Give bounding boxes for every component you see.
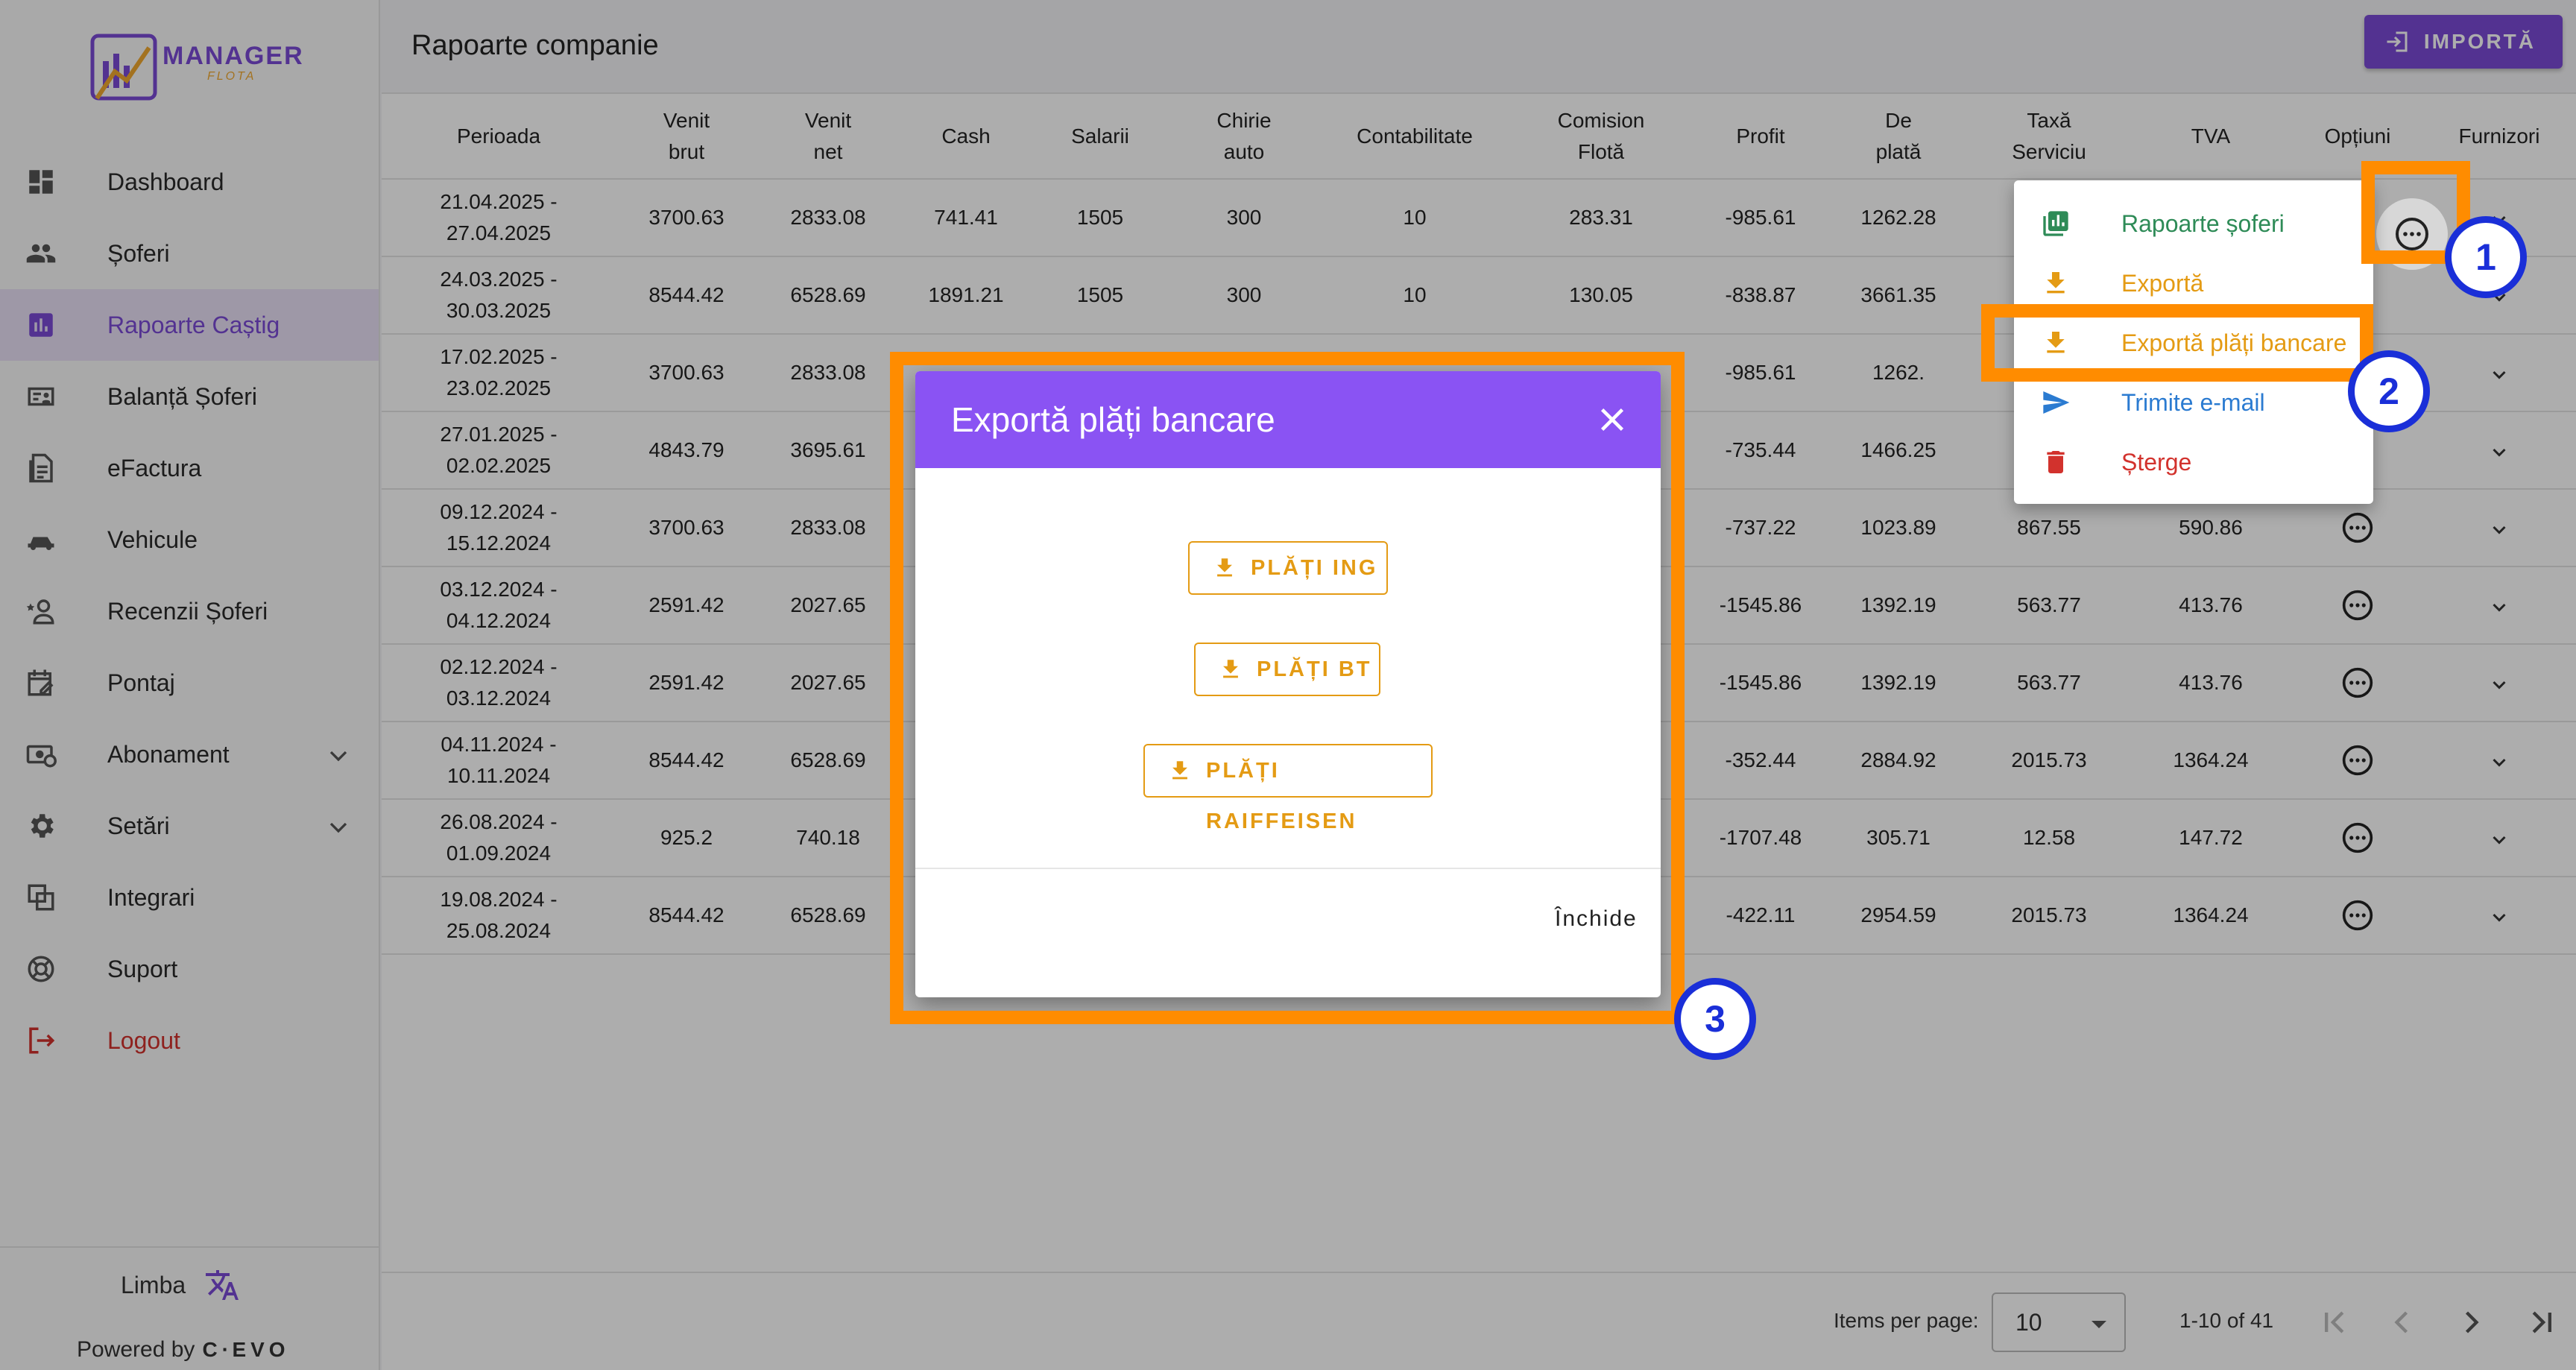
menu-item-label: Trimite e-mail [2121,389,2265,416]
send-icon [2043,391,2070,414]
menu-item-rapoarte-soferi[interactable]: Rapoarte șoferi [2014,194,2373,253]
menu-item-label: Rapoarte șoferi [2121,210,2285,237]
modal-backdrop[interactable]: Rapoarte șoferi Exportă Exportă plăți ba… [0,0,2576,1370]
annotation-highlight-dialog [890,352,1685,1024]
download-icon [2047,272,2065,294]
trash-icon [2047,451,2065,473]
menu-item-trimite-email[interactable]: Trimite e-mail [2014,373,2373,432]
chart-icon [2043,211,2068,236]
menu-item-label: Exportă [2121,270,2204,297]
annotation-badge-3: 3 [1674,978,1756,1060]
annotation-highlight-menu-item [1981,304,2373,382]
menu-item-label: Șterge [2121,449,2192,476]
annotation-badge-1: 1 [2445,216,2527,298]
menu-item-sterge[interactable]: Șterge [2014,432,2373,492]
annotation-badge-2: 2 [2348,350,2430,432]
